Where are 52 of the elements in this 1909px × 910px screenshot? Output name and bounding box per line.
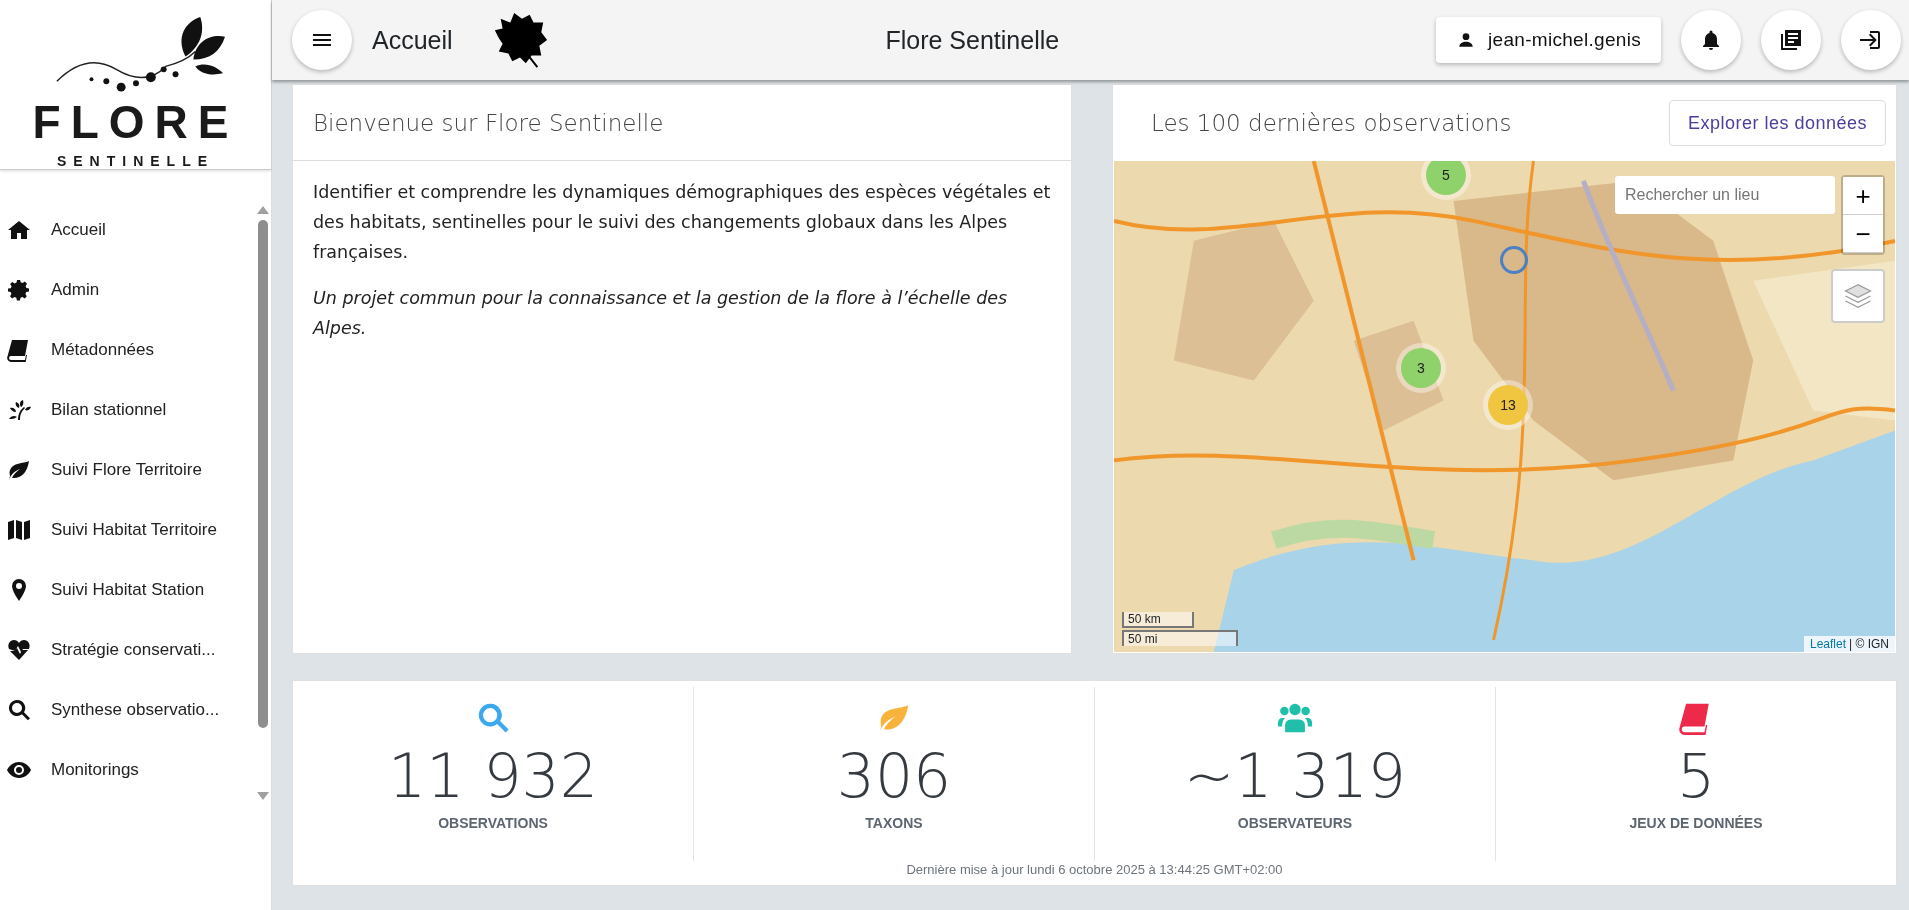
scale-bar: 50 mi <box>1122 630 1238 646</box>
location-ring <box>1500 246 1528 274</box>
nav-item[interactable]: Suivi Habitat Territoire <box>0 500 255 560</box>
page-title: Accueil <box>372 25 453 55</box>
nav-item[interactable]: Admin <box>0 260 255 320</box>
logout-button[interactable] <box>1841 10 1901 70</box>
bell-button[interactable] <box>1681 10 1741 70</box>
paragraph: Un projet commun pour la connaissance et la gestion de la flore à l’échelle des Alpes. <box>313 287 1009 340</box>
scale-bar: 50 km <box>1122 612 1194 628</box>
layers-icon <box>1843 281 1873 311</box>
paragraph: Identifier et comprendre les dynamiques démographiques des espèces végétales et des habitats, sentinelles pour le suivi des changements globaux dans les Alpes françaises. <box>313 181 1051 264</box>
logout-icon <box>1859 28 1883 52</box>
zoom-out-button[interactable]: − <box>1843 215 1883 253</box>
library-icon <box>1779 28 1803 52</box>
app-title: Flore Sentinelle <box>884 25 1061 55</box>
stat-value: 11 932 <box>388 743 598 809</box>
search-field[interactable]: Rechercher un lieu <box>1615 176 1835 214</box>
sprout-icon <box>7 398 31 422</box>
stat-label: TAXONS <box>865 815 923 831</box>
logo-subtitle: SENTINELLE <box>56 153 215 169</box>
stat-value: 5 <box>1676 743 1716 809</box>
attribution-text: | © IGN <box>1849 637 1889 651</box>
search-icon <box>7 698 31 722</box>
nav-item[interactable]: Métadonnées <box>0 320 255 380</box>
stat-label: OBSERVATIONS <box>438 815 548 831</box>
stat-label: JEUX DE DONNÉES <box>1629 815 1763 831</box>
zoom-in-button[interactable]: + <box>1843 177 1883 215</box>
stat-label: OBSERVATEURS <box>1237 815 1353 831</box>
heartbeat-icon <box>7 638 31 662</box>
map-icon <box>7 518 31 542</box>
nav-item[interactable]: Accueil <box>0 200 255 260</box>
home-icon <box>7 218 31 242</box>
settings-icon <box>7 278 31 302</box>
nav-item[interactable]: Monitorings <box>0 740 255 800</box>
stat-value: ~1 319 <box>1183 743 1406 809</box>
update-note: Dernière mise à jour lundi 6 octobre 2025 à 13:44:25 GMT+02:00 <box>905 862 1284 879</box>
card-title: Bienvenue sur Flore Sentinelle <box>293 85 1071 161</box>
card-title: Les 100 dernières observations <box>1151 110 1512 136</box>
nav-item[interactable]: Suivi Habitat Station <box>0 560 255 620</box>
nav-item[interactable]: Stratégie conservati... <box>0 620 255 680</box>
explore-button[interactable]: Explorer les données <box>1668 100 1886 146</box>
nav-item[interactable]: Suivi Flore Territoire <box>0 440 255 500</box>
stat-value: 306 <box>836 743 952 809</box>
logo-title: FLORE <box>32 99 239 145</box>
menu-button[interactable] <box>292 10 352 70</box>
attribution-link[interactable]: Leaflet <box>1810 637 1847 651</box>
nav-item[interactable]: Synthese observatio... <box>0 680 255 740</box>
book-icon <box>7 338 31 362</box>
user-button[interactable]: jean-michel.genis <box>1436 17 1661 63</box>
nav-item[interactable]: Bilan stationnel <box>0 380 255 440</box>
leaf-icon <box>7 458 31 482</box>
library-button[interactable] <box>1761 10 1821 70</box>
